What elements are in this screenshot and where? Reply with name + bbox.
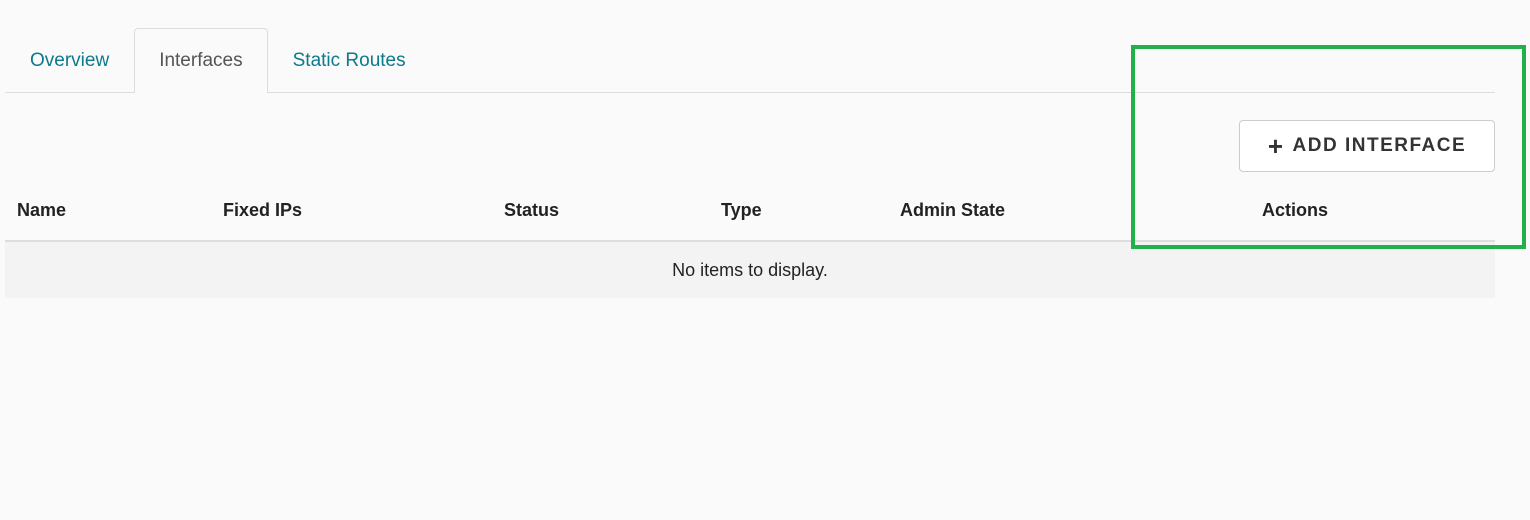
column-header-name[interactable]: Name (17, 200, 66, 221)
interfaces-page: Overview Interfaces Static Routes + ADD … (0, 0, 1530, 520)
tab-overview[interactable]: Overview (5, 28, 134, 92)
column-header-fixed-ips[interactable]: Fixed IPs (223, 200, 302, 221)
column-header-admin-state[interactable]: Admin State (900, 200, 1005, 221)
column-header-type[interactable]: Type (721, 200, 762, 221)
add-interface-label: ADD INTERFACE (1292, 135, 1467, 156)
tab-interfaces[interactable]: Interfaces (134, 28, 268, 93)
plus-icon: + (1267, 131, 1285, 161)
tab-bar: Overview Interfaces Static Routes (5, 28, 1495, 93)
table-header: Name Fixed IPs Status Type Admin State A… (5, 186, 1495, 242)
tab-static-routes[interactable]: Static Routes (268, 28, 431, 92)
column-header-status[interactable]: Status (504, 200, 559, 221)
empty-table-message: No items to display. (5, 242, 1495, 298)
column-header-actions: Actions (1262, 200, 1329, 220)
add-interface-button[interactable]: + ADD INTERFACE (1239, 120, 1495, 172)
